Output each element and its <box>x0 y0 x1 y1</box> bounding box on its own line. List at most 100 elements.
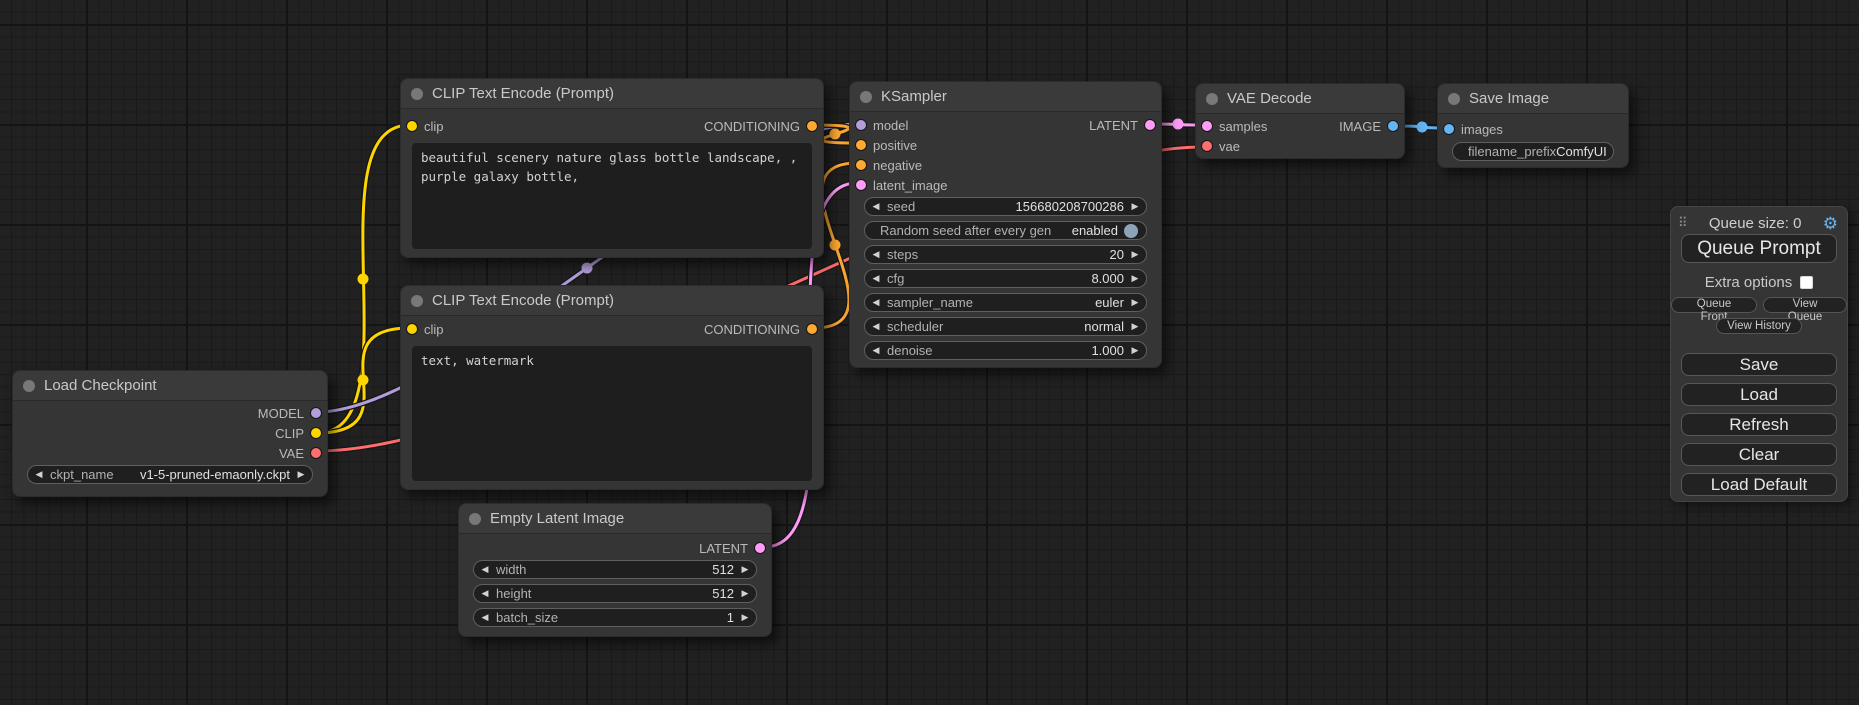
image-output-dot[interactable] <box>1388 121 1398 131</box>
clip-input-label: clip <box>424 322 444 337</box>
width-widget[interactable]: ◀ width 512 ▶ <box>473 560 757 579</box>
save-button[interactable]: Save <box>1681 353 1837 376</box>
view-queue-button[interactable]: View Queue <box>1763 297 1847 313</box>
widget-value: 8.000 <box>1091 271 1124 286</box>
view-history-button[interactable]: View History <box>1716 318 1802 334</box>
widget-label: denoise <box>887 343 1091 358</box>
collapse-dot-icon[interactable] <box>411 88 423 100</box>
scheduler-widget[interactable]: ◀ scheduler normal ▶ <box>864 317 1147 336</box>
sampler-name-widget[interactable]: ◀ sampler_name euler ▶ <box>864 293 1147 312</box>
drag-handle-icon[interactable]: ⠿ <box>1678 215 1688 231</box>
widget-label: batch_size <box>496 610 727 625</box>
decrease-arrow-icon[interactable]: ◀ <box>865 345 887 356</box>
latent-output-label: LATENT <box>699 541 748 556</box>
toggle-enabled-icon[interactable] <box>1124 224 1138 238</box>
positive-input-dot[interactable] <box>856 140 866 150</box>
clip-output-dot[interactable] <box>311 428 321 438</box>
link-dot-negative <box>830 240 841 251</box>
images-input-dot[interactable] <box>1444 124 1454 134</box>
node-header[interactable]: Save Image <box>1438 84 1628 114</box>
positive-input-label: positive <box>873 138 917 153</box>
load-default-button[interactable]: Load Default <box>1681 473 1837 496</box>
node-vae-decode[interactable]: VAE Decode samples vae IMAGE <box>1195 83 1405 159</box>
seed-widget[interactable]: ◀ seed 156680208700286 ▶ <box>864 197 1147 216</box>
widget-value: 20 <box>1110 247 1124 262</box>
model-output-dot[interactable] <box>311 408 321 418</box>
positive-prompt-textarea[interactable]: beautiful scenery nature glass bottle la… <box>412 143 812 249</box>
model-output-label: MODEL <box>258 406 304 421</box>
node-header[interactable]: CLIP Text Encode (Prompt) <box>401 286 823 316</box>
model-input-dot[interactable] <box>856 120 866 130</box>
decrease-arrow-icon[interactable]: ◀ <box>865 249 887 260</box>
node-empty-latent-image[interactable]: Empty Latent Image LATENT ◀ width 512 ▶ … <box>458 503 772 637</box>
collapse-dot-icon[interactable] <box>860 91 872 103</box>
filename-prefix-widget[interactable]: filename_prefix ComfyUI <box>1452 142 1614 161</box>
clip-input-dot[interactable] <box>407 121 417 131</box>
increase-arrow-icon[interactable]: ▶ <box>1124 345 1146 356</box>
settings-gear-icon[interactable]: ⚙ <box>1823 215 1838 232</box>
height-widget[interactable]: ◀ height 512 ▶ <box>473 584 757 603</box>
queue-front-button[interactable]: Queue Front <box>1671 297 1757 313</box>
vae-input-dot[interactable] <box>1202 141 1212 151</box>
prev-value-arrow-icon[interactable]: ◀ <box>865 297 887 308</box>
collapse-dot-icon[interactable] <box>1448 93 1460 105</box>
next-value-arrow-icon[interactable]: ▶ <box>1124 321 1146 332</box>
decrease-arrow-icon[interactable]: ◀ <box>865 201 887 212</box>
latent-output-dot[interactable] <box>1145 120 1155 130</box>
increase-arrow-icon[interactable]: ▶ <box>734 588 756 599</box>
node-clip-text-encode-positive[interactable]: CLIP Text Encode (Prompt) clip CONDITION… <box>400 78 824 258</box>
negative-prompt-textarea[interactable]: text, watermark <box>412 346 812 481</box>
node-graph-canvas[interactable]: Load Checkpoint MODEL CLIP VAE ◀ ckpt_na… <box>0 0 1859 705</box>
conditioning-output-label: CONDITIONING <box>704 322 800 337</box>
increase-arrow-icon[interactable]: ▶ <box>734 564 756 575</box>
refresh-button[interactable]: Refresh <box>1681 413 1837 436</box>
cfg-widget[interactable]: ◀ cfg 8.000 ▶ <box>864 269 1147 288</box>
node-header[interactable]: VAE Decode <box>1196 84 1404 114</box>
steps-widget[interactable]: ◀ steps 20 ▶ <box>864 245 1147 264</box>
denoise-widget[interactable]: ◀ denoise 1.000 ▶ <box>864 341 1147 360</box>
decrease-arrow-icon[interactable]: ◀ <box>474 564 496 575</box>
latent-image-input-dot[interactable] <box>856 180 866 190</box>
collapse-dot-icon[interactable] <box>1206 93 1218 105</box>
clip-input-dot[interactable] <box>407 324 417 334</box>
link-dot-model <box>582 263 593 274</box>
node-save-image[interactable]: Save Image images filename_prefix ComfyU… <box>1437 83 1629 168</box>
ckpt-name-widget[interactable]: ◀ ckpt_name v1-5-pruned-emaonly.ckpt ▶ <box>27 465 313 484</box>
random-seed-toggle-widget[interactable]: Random seed after every gen enabled <box>864 221 1147 240</box>
node-header[interactable]: Empty Latent Image <box>459 504 771 534</box>
widget-label: Random seed after every gen <box>880 223 1072 238</box>
increase-arrow-icon[interactable]: ▶ <box>1124 273 1146 284</box>
conditioning-output-dot[interactable] <box>807 324 817 334</box>
negative-input-dot[interactable] <box>856 160 866 170</box>
latent-output-dot[interactable] <box>755 543 765 553</box>
node-header[interactable]: Load Checkpoint <box>13 371 327 401</box>
increase-arrow-icon[interactable]: ▶ <box>1124 249 1146 260</box>
samples-input-dot[interactable] <box>1202 121 1212 131</box>
node-header[interactable]: CLIP Text Encode (Prompt) <box>401 79 823 109</box>
collapse-dot-icon[interactable] <box>23 380 35 392</box>
collapse-dot-icon[interactable] <box>411 295 423 307</box>
next-value-arrow-icon[interactable]: ▶ <box>290 469 312 480</box>
batch-size-widget[interactable]: ◀ batch_size 1 ▶ <box>473 608 757 627</box>
prev-value-arrow-icon[interactable]: ◀ <box>865 321 887 332</box>
increase-arrow-icon[interactable]: ▶ <box>1124 201 1146 212</box>
load-button[interactable]: Load <box>1681 383 1837 406</box>
queue-prompt-button[interactable]: Queue Prompt <box>1681 234 1837 263</box>
node-header[interactable]: KSampler <box>850 82 1161 112</box>
node-clip-text-encode-negative[interactable]: CLIP Text Encode (Prompt) clip CONDITION… <box>400 285 824 490</box>
decrease-arrow-icon[interactable]: ◀ <box>474 612 496 623</box>
extra-options-checkbox[interactable] <box>1800 276 1813 289</box>
decrease-arrow-icon[interactable]: ◀ <box>474 588 496 599</box>
vae-output-dot[interactable] <box>311 448 321 458</box>
decrease-arrow-icon[interactable]: ◀ <box>865 273 887 284</box>
prev-value-arrow-icon[interactable]: ◀ <box>28 469 50 480</box>
node-ksampler[interactable]: KSampler model positive negative latent_… <box>849 81 1162 368</box>
widget-value: ComfyUI <box>1556 144 1607 159</box>
collapse-dot-icon[interactable] <box>469 513 481 525</box>
clear-button[interactable]: Clear <box>1681 443 1837 466</box>
conditioning-output-dot[interactable] <box>807 121 817 131</box>
extra-options-label: Extra options <box>1705 274 1793 291</box>
next-value-arrow-icon[interactable]: ▶ <box>1124 297 1146 308</box>
node-load-checkpoint[interactable]: Load Checkpoint MODEL CLIP VAE ◀ ckpt_na… <box>12 370 328 497</box>
increase-arrow-icon[interactable]: ▶ <box>734 612 756 623</box>
